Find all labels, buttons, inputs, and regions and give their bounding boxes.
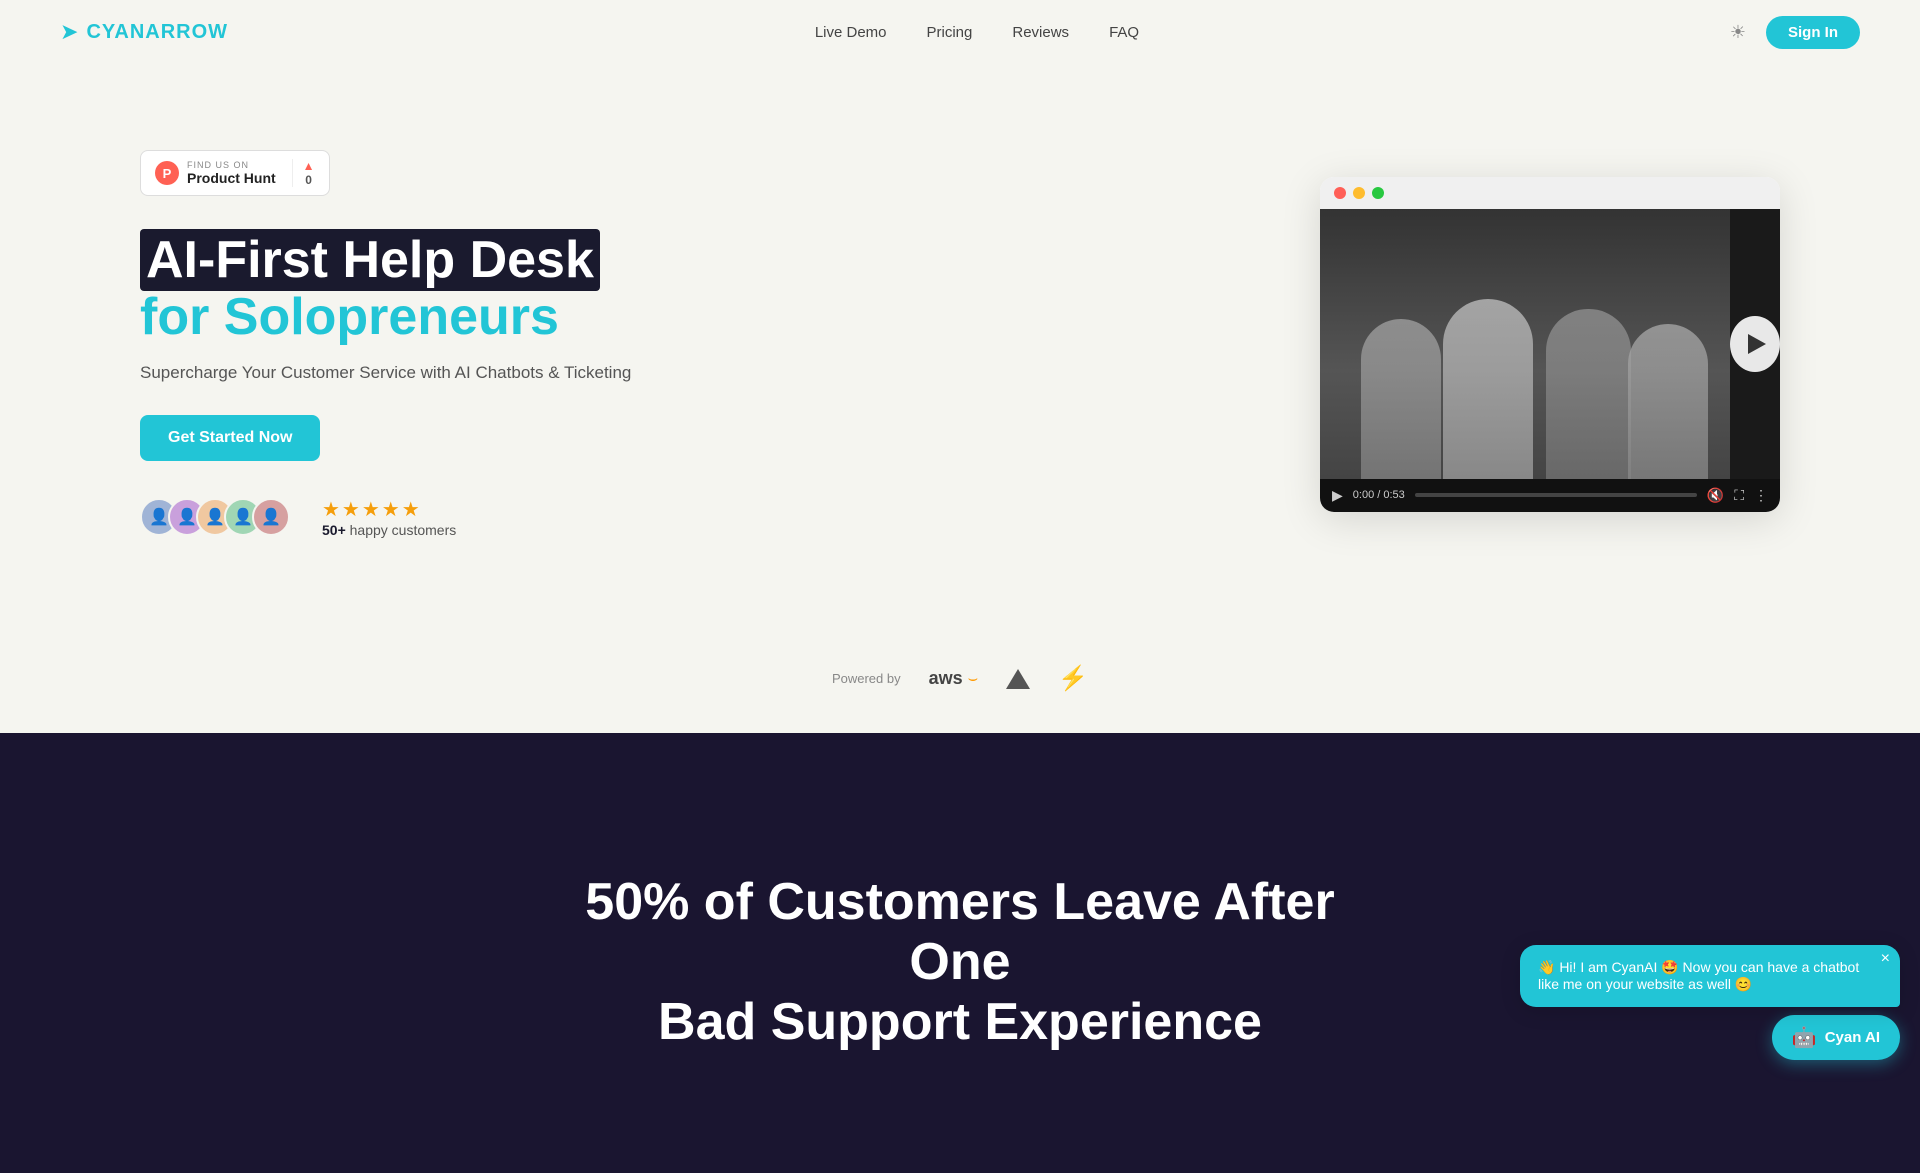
hero-section: P FIND US ON Product Hunt ▲ 0 AI-First H… <box>0 64 1920 644</box>
chat-widget: × 👋 Hi! I am CyanAI 🤩 Now you can have a… <box>1520 945 1900 1060</box>
upvote-arrow-icon: ▲ <box>303 159 315 173</box>
window-minimize-dot <box>1353 187 1365 199</box>
social-proof: 👤 👤 👤 👤 👤 ★★★★★ 50+ happy customers <box>140 497 700 538</box>
window-maximize-dot <box>1372 187 1384 199</box>
chat-bubble: × 👋 Hi! I am CyanAI 🤩 Now you can have a… <box>1520 945 1900 1007</box>
product-hunt-find-label: FIND US ON <box>187 160 276 170</box>
video-area[interactable] <box>1320 209 1780 479</box>
product-hunt-votes: ▲ 0 <box>292 159 315 187</box>
video-play-ctrl[interactable]: ▶ <box>1332 487 1343 504</box>
powered-label: Powered by <box>832 671 901 686</box>
customers-text: 50+ happy customers <box>322 522 456 538</box>
product-hunt-text: FIND US ON Product Hunt <box>187 160 276 186</box>
get-started-button[interactable]: Get Started Now <box>140 415 320 461</box>
hero-subtitle: Supercharge Your Customer Service with A… <box>140 363 700 383</box>
avatar: 👤 <box>252 498 290 536</box>
avatar-group: 👤 👤 👤 👤 👤 <box>140 498 290 536</box>
play-icon <box>1748 334 1766 354</box>
window-bar <box>1320 177 1780 209</box>
hero-left: P FIND US ON Product Hunt ▲ 0 AI-First H… <box>140 150 700 537</box>
signin-button[interactable]: Sign In <box>1766 16 1860 49</box>
headline-blue: for Solopreneurs <box>140 288 559 346</box>
theme-toggle-button[interactable]: ☀ <box>1726 18 1750 47</box>
supabase-bolt-icon: ⚡ <box>1058 664 1088 693</box>
chat-open-button[interactable]: 🤖 Cyan AI <box>1772 1015 1900 1060</box>
aws-logo: aws ⌣ <box>929 668 979 689</box>
navbar: ➤ CYANARROW Live Demo Pricing Reviews FA… <box>0 0 1920 64</box>
video-scene <box>1320 209 1730 479</box>
vote-count: 0 <box>305 173 312 187</box>
nav-links: Live Demo Pricing Reviews FAQ <box>815 24 1139 41</box>
nav-right: ☀ Sign In <box>1726 16 1860 49</box>
hero-right: ▶ 0:00 / 0:53 🔇 ⛶ ⋮ <box>700 177 1780 512</box>
nav-reviews[interactable]: Reviews <box>1012 24 1069 41</box>
dark-headline: 50% of Customers Leave After One Bad Sup… <box>560 873 1360 1052</box>
product-hunt-logo: P <box>155 161 179 185</box>
video-play-button[interactable] <box>1730 316 1780 372</box>
chat-icon: 🤖 <box>1792 1025 1817 1050</box>
rating-wrap: ★★★★★ 50+ happy customers <box>322 497 456 538</box>
nav-live-demo[interactable]: Live Demo <box>815 24 887 41</box>
vercel-logo <box>1006 669 1030 689</box>
nav-faq[interactable]: FAQ <box>1109 24 1139 41</box>
chat-bubble-text: 👋 Hi! I am CyanAI 🤩 Now you can have a c… <box>1538 959 1859 992</box>
video-window: ▶ 0:00 / 0:53 🔇 ⛶ ⋮ <box>1320 177 1780 512</box>
chat-close-button[interactable]: × <box>1881 951 1890 967</box>
product-hunt-badge[interactable]: P FIND US ON Product Hunt ▲ 0 <box>140 150 330 196</box>
video-time: 0:00 / 0:53 <box>1353 489 1405 501</box>
video-progress-bar[interactable] <box>1415 493 1697 497</box>
nav-pricing[interactable]: Pricing <box>927 24 973 41</box>
chat-button-label: Cyan AI <box>1825 1029 1880 1046</box>
video-fullscreen-button[interactable]: ⛶ <box>1734 487 1744 504</box>
logo-text: CYANARROW <box>86 21 228 44</box>
powered-by-section: Powered by aws ⌣ ⚡ <box>0 644 1920 733</box>
headline-highlighted: AI-First Help Desk <box>140 229 600 291</box>
video-controls: ▶ 0:00 / 0:53 🔇 ⛶ ⋮ <box>1320 479 1780 512</box>
hero-headline: AI-First Help Desk for Solopreneurs <box>140 232 700 344</box>
product-hunt-name: Product Hunt <box>187 170 276 186</box>
supabase-logo: ⚡ <box>1058 664 1088 693</box>
aws-smile-icon: ⌣ <box>968 670 979 688</box>
star-rating: ★★★★★ <box>322 497 456 522</box>
logo-icon: ➤ <box>60 19 78 45</box>
video-more-button[interactable]: ⋮ <box>1754 487 1768 504</box>
window-close-dot <box>1334 187 1346 199</box>
logo[interactable]: ➤ CYANARROW <box>60 19 228 45</box>
aws-text: aws <box>929 668 963 689</box>
video-mute-button[interactable]: 🔇 <box>1707 487 1724 504</box>
vercel-triangle-icon <box>1006 669 1030 689</box>
